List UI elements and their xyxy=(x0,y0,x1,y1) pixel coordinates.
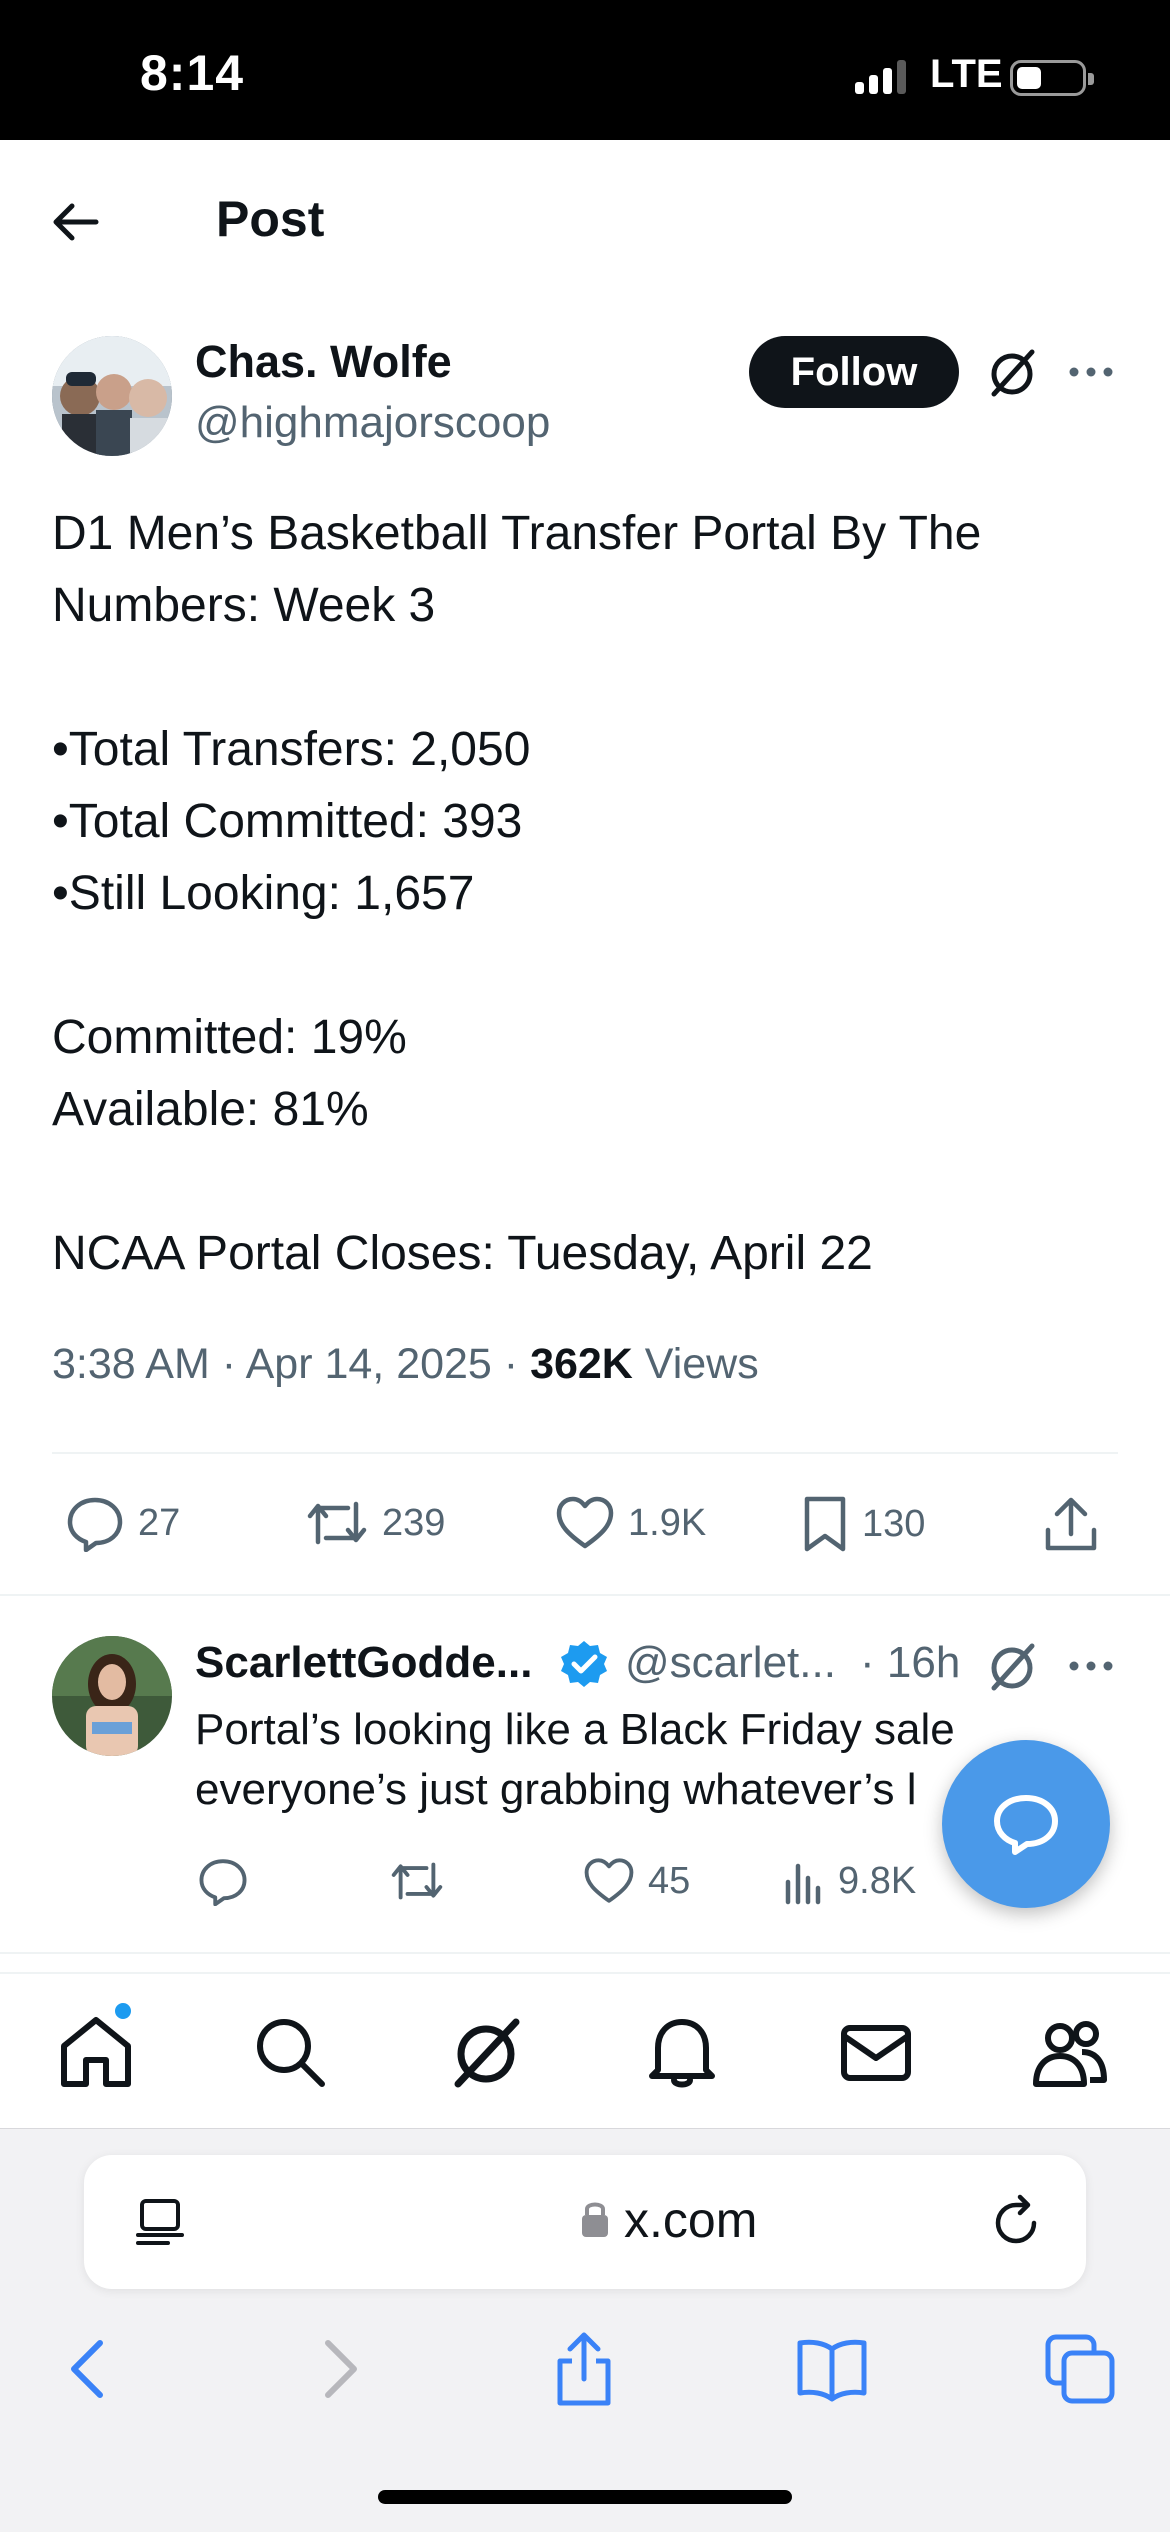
repost-icon xyxy=(391,1862,443,1900)
reply-views-count: 9.8K xyxy=(838,1859,917,1902)
tweet-line: Available: 81% xyxy=(52,1083,369,1136)
share-button[interactable] xyxy=(1042,1494,1100,1554)
tweet-meta: 3:38 AM · Apr 14, 2025 · 362K Views xyxy=(52,1340,759,1389)
reply-views-button[interactable]: 9.8K xyxy=(782,1856,916,1906)
reader-icon[interactable] xyxy=(132,2193,188,2249)
bookmark-button[interactable]: 130 xyxy=(800,1494,925,1554)
home-notification-dot xyxy=(112,2000,134,2022)
back-icon[interactable] xyxy=(48,2329,128,2409)
forward-icon[interactable] xyxy=(300,2329,380,2409)
like-icon xyxy=(584,1858,634,1903)
chat-icon xyxy=(994,1795,1058,1855)
signal-icon xyxy=(855,60,915,94)
tweet-line-blank xyxy=(52,642,1132,714)
tweet-line: Numbers: Week 3 xyxy=(52,579,436,632)
browser-toolbar: x.com xyxy=(0,2128,1170,2532)
reply-author-name[interactable]: ScarlettGodde... xyxy=(195,1638,532,1688)
repost-count: 239 xyxy=(382,1501,446,1544)
like-count: 1.9K xyxy=(628,1501,707,1544)
network-label: LTE xyxy=(930,52,1003,96)
reply-like-count: 45 xyxy=(648,1859,691,1902)
tweet-line: •Total Transfers: 2,050 xyxy=(52,723,531,776)
more-icon[interactable] xyxy=(1066,362,1116,382)
tabs-icon[interactable] xyxy=(1040,2329,1120,2409)
status-time: 8:14 xyxy=(140,45,245,101)
share-icon xyxy=(1045,1497,1097,1551)
battery-icon xyxy=(1010,60,1094,96)
tweet-line-blank xyxy=(52,930,1132,1002)
views-count: 362K xyxy=(530,1340,633,1388)
tweet-timestamp[interactable]: 3:38 AM · Apr 14, 2025 · xyxy=(52,1340,530,1388)
more-icon[interactable] xyxy=(1066,1656,1116,1676)
home-icon[interactable] xyxy=(56,2012,136,2092)
reply-avatar[interactable] xyxy=(52,1636,172,1756)
views-icon xyxy=(785,1863,821,1905)
home-indicator xyxy=(378,2490,792,2504)
bookmark-icon xyxy=(804,1496,846,1552)
people-icon[interactable] xyxy=(1030,2012,1110,2092)
status-bar: 8:14 LTE xyxy=(0,0,1170,140)
author-avatar[interactable] xyxy=(52,336,172,456)
reply-reply-button[interactable] xyxy=(196,1856,250,1906)
grok-icon[interactable] xyxy=(446,2012,526,2092)
reload-icon[interactable] xyxy=(990,2193,1046,2249)
author-name[interactable]: Chas. Wolfe xyxy=(195,336,452,388)
like-icon xyxy=(556,1496,614,1549)
reply-time: · 16h xyxy=(860,1638,961,1687)
reply-author-handle[interactable]: @scarlet... xyxy=(625,1638,836,1688)
tweet-line: D1 Men’s Basketball Transfer Portal By T… xyxy=(52,507,982,560)
tweet-line: •Still Looking: 1,657 xyxy=(52,867,475,920)
divider xyxy=(0,1952,1170,1954)
compose-reply-fab[interactable] xyxy=(942,1740,1110,1908)
search-icon[interactable] xyxy=(250,2012,330,2092)
views-label: Views xyxy=(632,1340,759,1388)
repost-icon xyxy=(307,1501,367,1545)
mail-icon[interactable] xyxy=(836,2012,916,2092)
bookmarks-icon[interactable] xyxy=(792,2329,872,2409)
grok-icon[interactable] xyxy=(984,344,1040,400)
address-bar[interactable]: x.com xyxy=(84,2155,1086,2289)
lock-icon xyxy=(582,2202,608,2237)
tweet-line: •Total Committed: 393 xyxy=(52,795,523,848)
follow-button[interactable]: Follow xyxy=(749,336,959,408)
reply-icon xyxy=(199,1859,247,1906)
divider xyxy=(52,1452,1118,1454)
reply-count: 27 xyxy=(138,1501,181,1544)
author-handle[interactable]: @highmajorscoop xyxy=(195,398,550,448)
tweet-text: D1 Men’s Basketball Transfer Portal By T… xyxy=(52,498,1132,1290)
url-text[interactable]: x.com xyxy=(624,2191,757,2249)
reply-button[interactable]: 27 xyxy=(64,1494,180,1552)
back-arrow-icon[interactable] xyxy=(48,194,104,250)
page-title: Post xyxy=(216,191,325,247)
tweet-line: Committed: 19% xyxy=(52,1011,407,1064)
tweet-line-blank xyxy=(52,1146,1132,1218)
bell-icon[interactable] xyxy=(642,2012,722,2092)
tweet-line: NCAA Portal Closes: Tuesday, April 22 xyxy=(52,1227,873,1280)
share-icon[interactable] xyxy=(544,2329,624,2409)
divider xyxy=(0,1594,1170,1596)
grok-icon[interactable] xyxy=(984,1638,1040,1694)
reply-repost-button[interactable] xyxy=(388,1856,446,1906)
bookmark-count: 130 xyxy=(862,1502,926,1545)
reply-like-button[interactable]: 45 xyxy=(582,1856,690,1906)
bottom-nav xyxy=(0,1972,1170,2128)
like-button[interactable]: 1.9K xyxy=(554,1494,706,1552)
verified-icon xyxy=(561,1641,607,1687)
reply-icon xyxy=(67,1497,123,1552)
post-header: Post xyxy=(0,140,1170,300)
repost-button[interactable]: 239 xyxy=(304,1494,445,1552)
